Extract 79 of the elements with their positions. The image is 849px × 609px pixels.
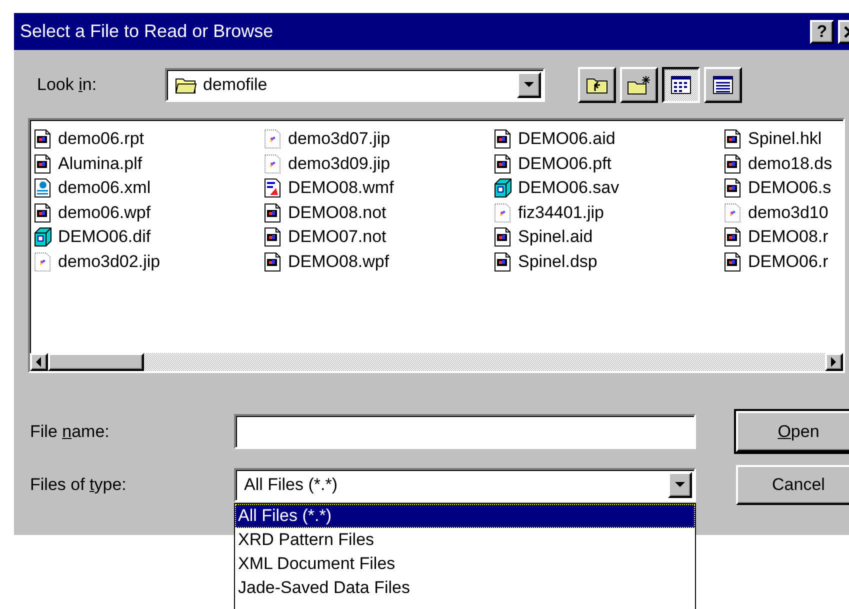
file-name-label: File name: xyxy=(30,422,110,442)
document-icon xyxy=(724,129,742,150)
document-icon xyxy=(264,202,282,223)
dropdown-button[interactable] xyxy=(668,472,692,498)
file-name[interactable]: demo3d10 xyxy=(748,202,828,223)
file-name[interactable]: DEMO06.aid xyxy=(518,129,616,150)
document-icon xyxy=(724,252,742,272)
document-icon xyxy=(264,227,282,248)
scrollbar-thumb[interactable] xyxy=(48,353,144,371)
document-icon xyxy=(724,154,742,174)
file-name[interactable]: DEMO08.wmf xyxy=(288,178,394,198)
document-icon xyxy=(34,129,52,150)
drawing-document-icon xyxy=(264,178,282,198)
details-view-icon xyxy=(713,76,733,94)
document-icon xyxy=(34,202,52,223)
dropdown-button[interactable] xyxy=(517,72,541,98)
file-name[interactable]: demo06.rpt xyxy=(58,129,144,150)
file-name[interactable]: demo06.xml xyxy=(58,178,151,198)
document-icon xyxy=(494,154,512,174)
dialog-button[interactable]: Cancel xyxy=(736,465,849,505)
folder-combo-box[interactable]: demofile xyxy=(165,68,545,102)
file-name[interactable]: Spinel.dsp xyxy=(518,252,598,272)
file-name[interactable]: DEMO07.not xyxy=(288,227,386,248)
file-name[interactable]: demo3d02.jip xyxy=(58,252,160,272)
file-list[interactable] xyxy=(28,118,845,373)
up-folder-icon xyxy=(586,76,608,94)
document-icon xyxy=(264,154,282,174)
file-type-label: Files of type: xyxy=(30,475,128,495)
dropdown-option[interactable]: All Files (*.*) xyxy=(235,504,695,528)
file-name[interactable]: DEMO06.pft xyxy=(518,154,612,174)
file-name[interactable]: demo3d09.jip xyxy=(288,154,390,174)
dialog-button[interactable]: Open xyxy=(736,411,849,452)
file-name[interactable]: DEMO06.sav xyxy=(518,178,620,198)
document-icon xyxy=(494,129,512,150)
new-folder-icon xyxy=(627,75,651,95)
file-name[interactable]: fiz34401.jip xyxy=(518,202,604,223)
file-name[interactable]: Spinel.aid xyxy=(518,227,593,248)
down-arrow-icon xyxy=(675,482,685,488)
down-arrow-icon xyxy=(524,82,534,88)
view-button[interactable] xyxy=(662,67,700,103)
document-icon xyxy=(724,227,742,248)
window-title: Select a File to Read or Browse xyxy=(20,21,274,42)
file-type-combo-box[interactable]: All Files (*.*) xyxy=(234,468,696,502)
look-in-label: Look in: xyxy=(36,75,98,95)
file-name[interactable]: demo06.wpf xyxy=(58,202,151,223)
document-icon xyxy=(724,178,742,198)
document-icon xyxy=(34,252,52,272)
document-icon xyxy=(724,202,742,223)
folder-icon xyxy=(175,76,197,94)
file-name[interactable]: demo18.ds xyxy=(748,154,832,174)
right-arrow-icon xyxy=(831,357,837,367)
dropdown-option[interactable]: Jade-Saved Data Files xyxy=(235,576,695,600)
dropdown-option[interactable]: XRD Pattern Files xyxy=(235,528,695,552)
new-folder-button[interactable] xyxy=(620,67,658,103)
file-name-field[interactable] xyxy=(234,414,696,449)
file-name[interactable]: demo3d07.jip xyxy=(288,129,390,150)
file-name[interactable]: Spinel.hkl xyxy=(748,129,822,150)
file-name[interactable]: DEMO06.s xyxy=(748,178,832,198)
cube-icon xyxy=(494,178,512,198)
document-icon xyxy=(494,252,512,272)
document-icon xyxy=(34,154,52,174)
file-name[interactable]: DEMO06.r xyxy=(748,252,828,272)
document-icon xyxy=(264,129,282,150)
dropdown-option[interactable]: XML Document Files xyxy=(235,552,695,576)
document-icon xyxy=(494,227,512,248)
file-name[interactable]: DEMO06.dif xyxy=(58,227,151,248)
left-arrow-icon xyxy=(36,357,42,367)
file-name[interactable]: DEMO08.r xyxy=(748,227,828,248)
list-view-icon xyxy=(671,76,691,94)
horizontal-scrollbar[interactable] xyxy=(30,353,843,371)
web-document-icon xyxy=(34,178,52,198)
cube-icon xyxy=(34,227,52,248)
file-name[interactable]: DEMO08.wpf xyxy=(288,252,390,272)
document-icon xyxy=(264,252,282,272)
file-name[interactable]: DEMO08.not xyxy=(288,202,386,223)
file-name[interactable]: Alumina.plf xyxy=(58,154,142,174)
help-button[interactable]: ? xyxy=(810,20,834,44)
document-icon xyxy=(494,202,512,223)
up-folder-button[interactable] xyxy=(578,67,616,103)
